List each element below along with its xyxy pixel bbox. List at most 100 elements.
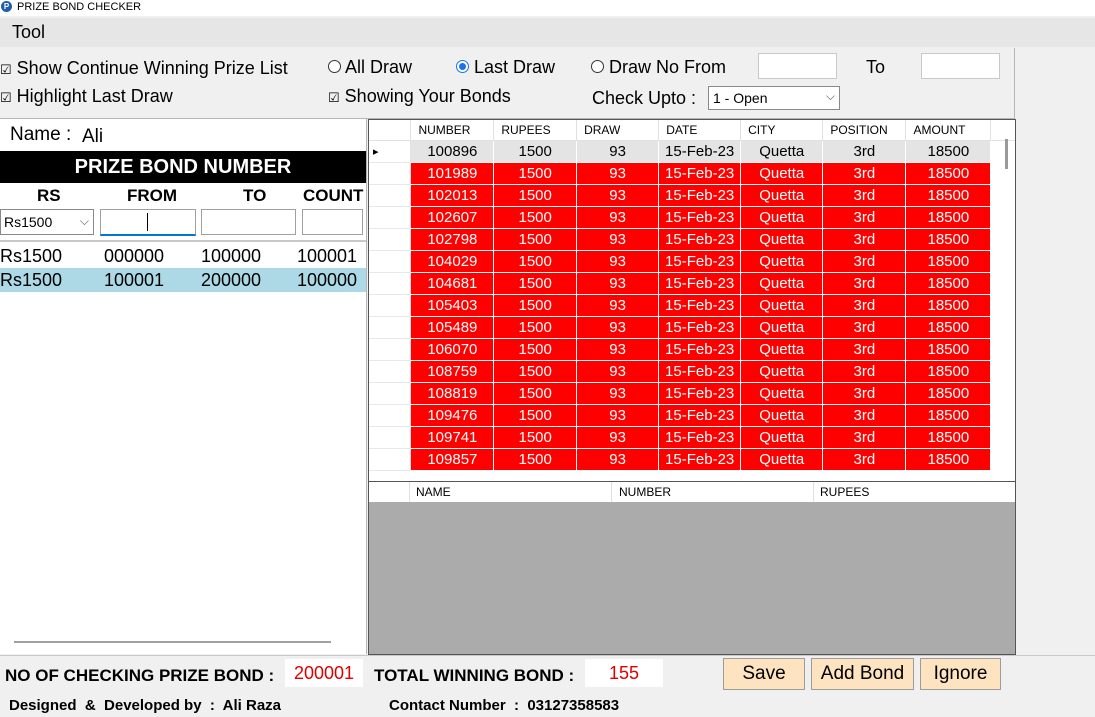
cell-date[interactable]: 15-Feb-23: [658, 228, 742, 251]
result-row[interactable]: 104681 1500 93 15-Feb-23 Quetta 3rd 18500: [369, 272, 1015, 295]
cell-city[interactable]: Quetta: [740, 206, 824, 229]
cell-rupees[interactable]: 1500: [493, 316, 578, 339]
cell-date[interactable]: 15-Feb-23: [658, 338, 742, 361]
cell-number[interactable]: 109741: [410, 426, 495, 449]
result-row[interactable]: 104029 1500 93 15-Feb-23 Quetta 3rd 18500: [369, 250, 1015, 273]
col-rupees[interactable]: RUPEES: [493, 120, 578, 141]
cell-date[interactable]: 15-Feb-23: [658, 206, 742, 229]
cell-draw[interactable]: 93: [576, 426, 660, 449]
cell-rupees[interactable]: 1500: [493, 338, 578, 361]
cell-city[interactable]: Quetta: [740, 404, 824, 427]
cell-city[interactable]: Quetta: [740, 250, 824, 273]
cell-position[interactable]: 3rd: [822, 184, 907, 207]
result-row[interactable]: 106070 1500 93 15-Feb-23 Quetta 3rd 18500: [369, 338, 1015, 361]
cell-city[interactable]: Quetta: [740, 272, 824, 295]
cell-position[interactable]: 3rd: [822, 360, 907, 383]
last-draw-radio[interactable]: Last Draw: [456, 57, 555, 78]
cell-number[interactable]: 102013: [410, 184, 495, 207]
cell-position[interactable]: 3rd: [822, 140, 907, 163]
bond-row[interactable]: Rs1500 000000 100000 100001: [0, 244, 366, 268]
cell-date[interactable]: 15-Feb-23: [658, 426, 742, 449]
cell-number[interactable]: 108759: [410, 360, 495, 383]
cell-date[interactable]: 15-Feb-23: [658, 404, 742, 427]
result-row[interactable]: 102607 1500 93 15-Feb-23 Quetta 3rd 18500: [369, 206, 1015, 229]
cell-position[interactable]: 3rd: [822, 162, 907, 185]
row-header[interactable]: [369, 316, 412, 339]
cell-amount[interactable]: 18500: [905, 162, 992, 185]
result-row[interactable]: 102798 1500 93 15-Feb-23 Quetta 3rd 18500: [369, 228, 1015, 251]
rs-select[interactable]: Rs1500 ⌵: [0, 209, 94, 235]
cell-city[interactable]: Quetta: [740, 448, 824, 471]
cell-amount[interactable]: 18500: [905, 382, 992, 405]
to-input[interactable]: [201, 209, 296, 235]
cell-number[interactable]: 102798: [410, 228, 495, 251]
all-draw-radio[interactable]: All Draw: [328, 57, 412, 78]
cell-date[interactable]: 15-Feb-23: [658, 382, 742, 405]
cell-date[interactable]: 15-Feb-23: [658, 294, 742, 317]
cell-draw[interactable]: 93: [576, 316, 660, 339]
cell-amount[interactable]: 18500: [905, 272, 992, 295]
cell-position[interactable]: 3rd: [822, 426, 907, 449]
cell-city[interactable]: Quetta: [740, 426, 824, 449]
check-upto-select[interactable]: 1 - Open ⌵: [708, 86, 840, 110]
row-header[interactable]: [369, 272, 412, 295]
cell-rupees[interactable]: 1500: [493, 250, 578, 273]
col-city[interactable]: CITY: [740, 120, 824, 141]
cell-amount[interactable]: 18500: [905, 184, 992, 207]
cell-amount[interactable]: 18500: [905, 338, 992, 361]
cell-date[interactable]: 15-Feb-23: [658, 272, 742, 295]
cell-draw[interactable]: 93: [576, 294, 660, 317]
cell-number[interactable]: 106070: [410, 338, 495, 361]
cell-position[interactable]: 3rd: [822, 404, 907, 427]
cell-number[interactable]: 109476: [410, 404, 495, 427]
bond-row-selected[interactable]: Rs1500 100001 200000 100000: [0, 268, 366, 292]
cell-amount[interactable]: 18500: [905, 404, 992, 427]
result-row[interactable]: ▸ 100896 1500 93 15-Feb-23 Quetta 3rd 18500: [369, 140, 1015, 163]
horizontal-scrollbar[interactable]: [14, 641, 331, 643]
col-rupees[interactable]: RUPEES: [814, 482, 1015, 502]
col-position[interactable]: POSITION: [822, 120, 907, 141]
ignore-button[interactable]: Ignore: [920, 658, 1001, 690]
row-header[interactable]: [369, 426, 412, 449]
row-header[interactable]: [369, 294, 412, 317]
row-header[interactable]: [369, 162, 412, 185]
cell-date[interactable]: 15-Feb-23: [658, 162, 742, 185]
draw-from-input[interactable]: [758, 53, 837, 79]
cell-position[interactable]: 3rd: [822, 316, 907, 339]
row-header[interactable]: [369, 360, 412, 383]
result-row[interactable]: 105489 1500 93 15-Feb-23 Quetta 3rd 18500: [369, 316, 1015, 339]
row-header[interactable]: [369, 338, 412, 361]
cell-number[interactable]: 100896: [410, 140, 495, 163]
row-header[interactable]: [369, 228, 412, 251]
showing-bonds-checkbox[interactable]: ☑ Showing Your Bonds: [328, 86, 511, 107]
cell-position[interactable]: 3rd: [822, 250, 907, 273]
cell-number[interactable]: 109857: [410, 448, 495, 471]
cell-draw[interactable]: 93: [576, 184, 660, 207]
cell-rupees[interactable]: 1500: [493, 206, 578, 229]
current-row-indicator[interactable]: ▸: [369, 140, 412, 163]
cell-number[interactable]: 104029: [410, 250, 495, 273]
highlight-last-checkbox[interactable]: ☑ Highlight Last Draw: [0, 86, 173, 107]
cell-position[interactable]: 3rd: [822, 448, 907, 471]
cell-draw[interactable]: 93: [576, 338, 660, 361]
cell-draw[interactable]: 93: [576, 140, 660, 163]
cell-date[interactable]: 15-Feb-23: [658, 360, 742, 383]
row-header[interactable]: [369, 184, 412, 207]
cell-rupees[interactable]: 1500: [493, 360, 578, 383]
menu-tool[interactable]: Tool: [12, 22, 45, 43]
cell-amount[interactable]: 18500: [905, 294, 992, 317]
add-bond-button[interactable]: Add Bond: [811, 658, 914, 690]
cell-draw[interactable]: 93: [576, 228, 660, 251]
cell-number[interactable]: 102607: [410, 206, 495, 229]
row-header[interactable]: [369, 206, 412, 229]
draw-to-input[interactable]: [921, 53, 1000, 79]
save-button[interactable]: Save: [723, 658, 805, 690]
cell-rupees[interactable]: 1500: [493, 184, 578, 207]
cell-city[interactable]: Quetta: [740, 162, 824, 185]
cell-amount[interactable]: 18500: [905, 360, 992, 383]
cell-rupees[interactable]: 1500: [493, 294, 578, 317]
vertical-scrollbar-thumb[interactable]: [1005, 139, 1008, 169]
row-header[interactable]: [369, 404, 412, 427]
cell-city[interactable]: Quetta: [740, 382, 824, 405]
result-row[interactable]: 109857 1500 93 15-Feb-23 Quetta 3rd 18500: [369, 448, 1015, 471]
